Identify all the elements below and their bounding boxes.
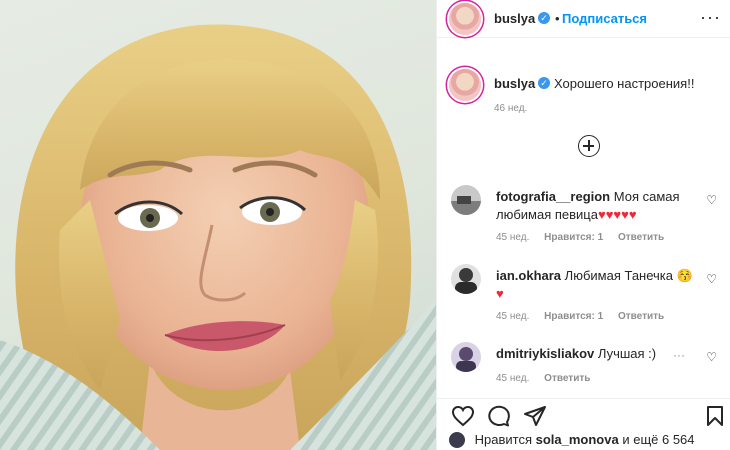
comment-body: fotografia__region Моя самая любимая пев… <box>496 188 701 224</box>
heart-icon[interactable]: ♡ <box>706 350 717 364</box>
comment-likes-count[interactable]: Нравится: 1 <box>544 311 603 322</box>
commenter-username[interactable]: ian.okhara <box>496 268 561 283</box>
heart-icon[interactable]: ♡ <box>706 272 717 286</box>
liker-username[interactable]: sola_monova <box>536 432 619 447</box>
commenter-avatar-image <box>451 342 481 372</box>
commenter-avatar-image <box>451 264 481 294</box>
follow-button[interactable]: Подписаться <box>562 11 647 26</box>
verified-badge-icon: ✓ <box>538 77 550 89</box>
comment-timestamp[interactable]: 45 нед. <box>496 311 529 322</box>
comment-text: Лучшая :) <box>597 346 657 361</box>
comment-meta: 45 нед. Нравится: 1 Ответить <box>496 232 676 243</box>
comment-body: ian.okhara Любимая Танечка 😚 ♥ <box>496 267 701 303</box>
post-actions-bar <box>437 398 730 432</box>
comment-timestamp[interactable]: 45 нед. <box>496 373 529 384</box>
red-heart-emoji: ♥ <box>496 286 504 301</box>
post-sidebar: buslya ✓ • Подписаться ··· buslya ✓ Хоро… <box>436 0 730 450</box>
portrait-image <box>0 24 436 450</box>
verified-badge-icon: ✓ <box>538 12 550 24</box>
commenter-avatar[interactable] <box>451 264 481 294</box>
comment-meta: 45 нед. Нравится: 1 Ответить <box>496 311 676 322</box>
liker-avatar[interactable] <box>449 432 465 448</box>
likes-summary: Нравится sola_monova и ещё 6 564 <box>449 432 695 448</box>
comment-text: Любимая Танечка 😚 <box>564 268 693 283</box>
comment-timestamp[interactable]: 45 нед. <box>496 232 529 243</box>
separator-dot: • <box>555 11 560 26</box>
plus-circle-icon[interactable] <box>578 135 600 157</box>
commenter-username[interactable]: dmitriykisliakov <box>496 346 594 361</box>
caption-author-username[interactable]: buslya <box>494 76 535 91</box>
red-heart-emoji: ♥♥♥♥♥ <box>597 207 637 222</box>
likes-prefix: Нравится <box>474 432 532 447</box>
heart-icon[interactable] <box>451 405 475 427</box>
reply-button[interactable]: Ответить <box>618 311 664 322</box>
caption-author-avatar[interactable] <box>449 69 481 101</box>
author-username[interactable]: buslya <box>494 11 535 26</box>
author-avatar[interactable] <box>449 3 481 35</box>
comment-options-icon[interactable]: ··· <box>673 348 685 362</box>
comment-likes-count[interactable]: Нравится: 1 <box>544 232 603 243</box>
heart-icon[interactable]: ♡ <box>706 193 717 207</box>
post-header: buslya ✓ • Подписаться ··· <box>437 0 730 38</box>
comment-body: dmitriykisliakov Лучшая :) <box>496 345 701 363</box>
more-options-icon[interactable]: ··· <box>700 7 721 28</box>
share-icon[interactable] <box>523 405 547 427</box>
post-photo <box>0 0 436 450</box>
comment-icon[interactable] <box>487 405 511 427</box>
caption-text: Хорошего настроения!! <box>554 76 695 91</box>
commenter-avatar-image <box>451 185 481 215</box>
commenter-username[interactable]: fotografia__region <box>496 189 610 204</box>
commenter-avatar[interactable] <box>451 185 481 215</box>
bookmark-icon[interactable] <box>706 405 724 427</box>
reply-button[interactable]: Ответить <box>618 232 664 243</box>
likes-suffix[interactable]: и ещё 6 564 <box>622 432 694 447</box>
reply-button[interactable]: Ответить <box>544 373 590 384</box>
comment-meta: 45 нед. Ответить <box>496 373 602 384</box>
caption-timestamp[interactable]: 46 нед. <box>494 103 527 114</box>
commenter-avatar[interactable] <box>451 342 481 372</box>
